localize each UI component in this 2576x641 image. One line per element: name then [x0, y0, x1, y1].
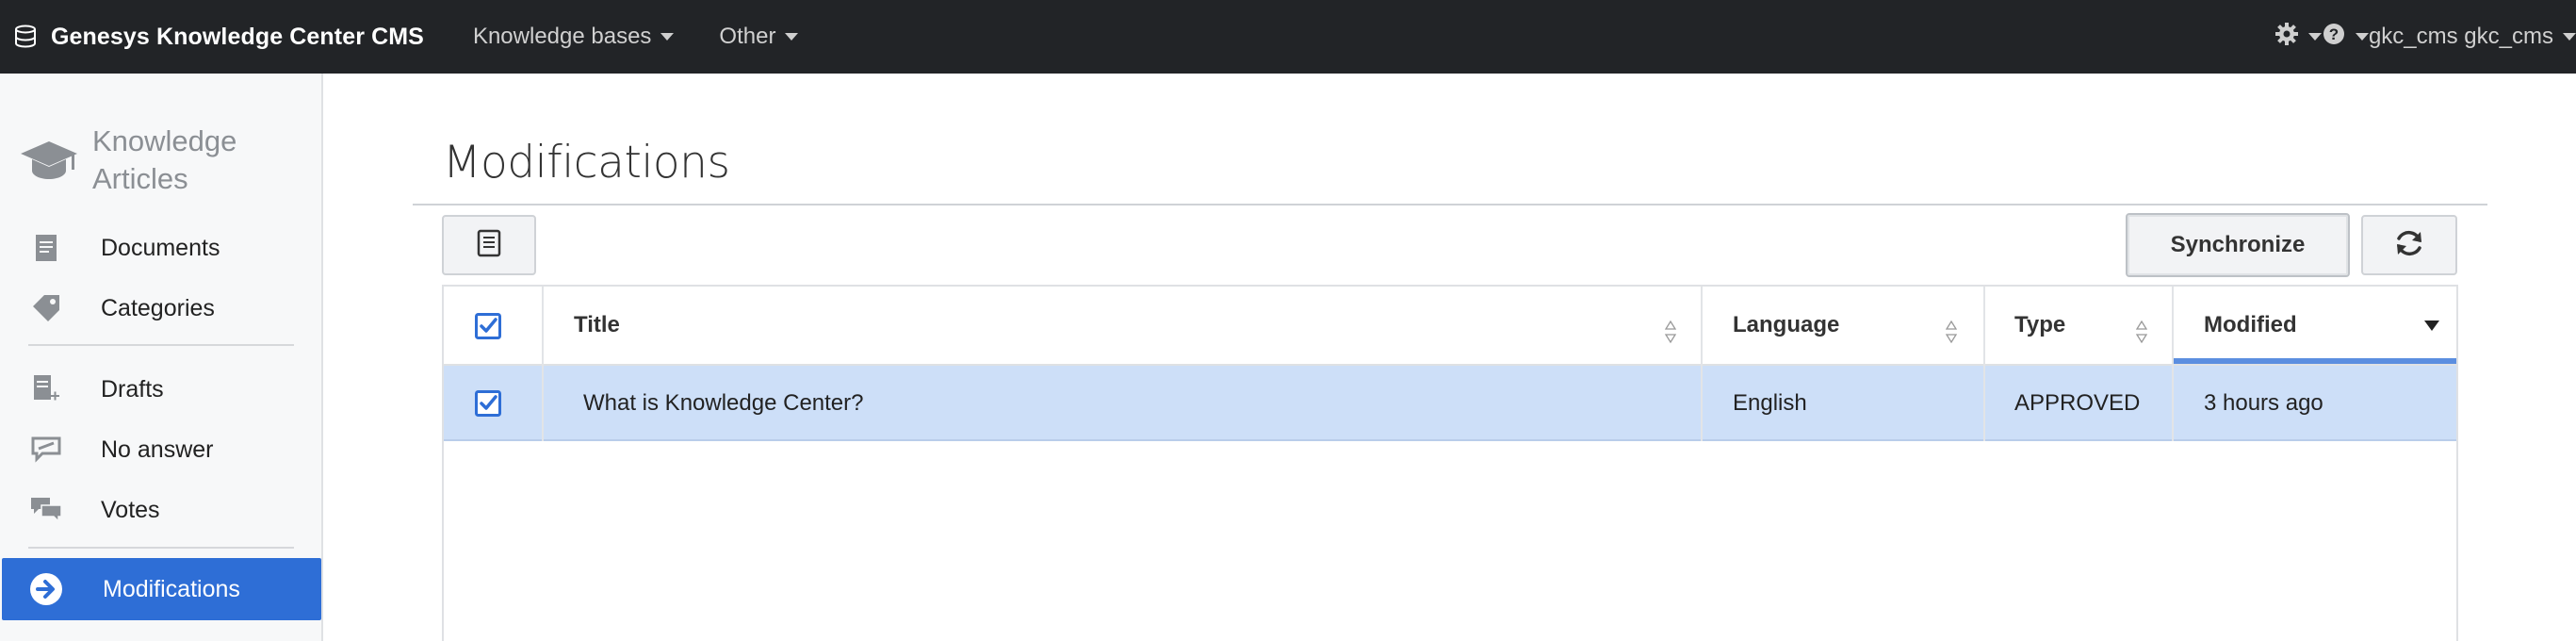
tag-icon — [28, 290, 64, 326]
no-answer-bubble-icon — [28, 432, 64, 468]
active-sort-indicator — [2174, 358, 2456, 364]
column-header-modified-label: Modified — [2204, 312, 2297, 337]
sidebar: Knowledge Articles Documents Categories … — [0, 74, 323, 641]
page-title: Modifications — [443, 137, 730, 189]
synchronize-label: Synchronize — [2170, 232, 2306, 257]
document-list-button[interactable] — [442, 215, 536, 275]
column-header-type[interactable]: Type — [2014, 287, 2065, 364]
sidebar-item-drafts[interactable]: Drafts — [0, 360, 321, 419]
document-list-icon — [477, 229, 501, 262]
sidebar-item-label: Documents — [101, 234, 220, 261]
table-header: Title Language Type Modified — [444, 287, 2456, 366]
column-header-language-label: Language — [1733, 312, 1840, 337]
sidebar-item-label: Categories — [101, 294, 215, 321]
column-header-modified[interactable]: Modified — [2204, 287, 2297, 364]
sort-descending-icon[interactable] — [2424, 320, 2439, 331]
sidebar-item-label: Drafts — [101, 375, 164, 403]
sidebar-divider — [28, 344, 294, 346]
cell-language: English — [1733, 390, 1807, 416]
menu-knowledge-bases-label: Knowledge bases — [472, 24, 652, 49]
sidebar-item-label: No answer — [101, 436, 214, 463]
help-menu[interactable]: ? — [2322, 22, 2369, 53]
chevron-down-icon — [2563, 33, 2576, 41]
graduation-cap-icon — [19, 138, 79, 194]
sidebar-item-documents[interactable]: Documents — [0, 219, 321, 277]
sort-icon[interactable] — [2135, 320, 2148, 344]
database-icon — [11, 23, 40, 51]
synchronize-button[interactable]: Synchronize — [2126, 213, 2350, 277]
table-row[interactable]: What is Knowledge Center? English APPROV… — [444, 366, 2456, 441]
sidebar-item-categories[interactable]: Categories — [0, 279, 321, 337]
sort-icon[interactable] — [1664, 320, 1677, 344]
menu-other[interactable]: Other — [719, 24, 799, 50]
menu-other-label: Other — [719, 24, 776, 49]
refresh-button[interactable] — [2361, 215, 2457, 275]
sidebar-item-label: Modifications — [103, 575, 240, 602]
column-header-language[interactable]: Language — [1733, 287, 1839, 364]
select-all-checkbox[interactable] — [475, 313, 501, 339]
column-divider[interactable] — [1983, 287, 1985, 441]
chat-bubbles-icon — [28, 492, 64, 528]
column-divider[interactable] — [2172, 287, 2174, 441]
sidebar-header: Knowledge Articles — [19, 123, 253, 198]
svg-text:?: ? — [2329, 25, 2339, 43]
cell-modified: 3 hours ago — [2204, 390, 2323, 416]
navbar-right: ? gkc_cms gkc_cms — [2274, 0, 2576, 74]
question-circle-icon: ? — [2322, 22, 2346, 53]
top-navbar: Genesys Knowledge Center CMS Knowledge b… — [0, 0, 2576, 74]
user-name: gkc_cms gkc_cms — [2368, 24, 2553, 49]
sidebar-item-votes[interactable]: Votes — [0, 481, 321, 539]
cell-type: APPROVED — [2014, 390, 2141, 416]
user-menu[interactable]: gkc_cms gkc_cms — [2369, 24, 2576, 50]
sidebar-item-modifications[interactable]: Modifications — [2, 558, 321, 620]
chevron-down-icon — [785, 33, 799, 41]
column-header-title-label: Title — [574, 312, 620, 337]
column-divider — [542, 287, 544, 441]
modifications-table: Title Language Type Modified What is Kno… — [442, 285, 2458, 641]
column-header-type-label: Type — [2014, 312, 2066, 337]
cell-title[interactable]: What is Knowledge Center? — [583, 366, 864, 441]
sidebar-divider — [28, 547, 294, 549]
settings-menu[interactable] — [2274, 22, 2322, 53]
chevron-down-icon — [2355, 33, 2369, 41]
document-icon — [28, 230, 64, 266]
row-checkbox[interactable] — [475, 390, 501, 417]
sidebar-item-no-answer[interactable]: No answer — [0, 420, 321, 479]
sort-icon[interactable] — [1945, 320, 1958, 344]
refresh-icon — [2393, 227, 2425, 264]
column-header-title[interactable]: Title — [574, 287, 620, 364]
draft-plus-icon — [28, 371, 64, 407]
chevron-down-icon — [2307, 33, 2322, 41]
sidebar-item-label: Votes — [101, 496, 160, 523]
title-divider — [413, 204, 2487, 205]
arrow-right-circle-icon — [28, 571, 64, 607]
brand[interactable]: Genesys Knowledge Center CMS — [11, 0, 424, 74]
chevron-down-icon — [660, 33, 675, 41]
sidebar-heading: Knowledge Articles — [92, 124, 237, 195]
gear-icon — [2274, 22, 2299, 53]
brand-title: Genesys Knowledge Center CMS — [51, 23, 424, 50]
main-menu: Knowledge bases Other — [473, 0, 844, 74]
menu-knowledge-bases[interactable]: Knowledge bases — [472, 24, 675, 50]
column-divider[interactable] — [1701, 287, 1703, 441]
